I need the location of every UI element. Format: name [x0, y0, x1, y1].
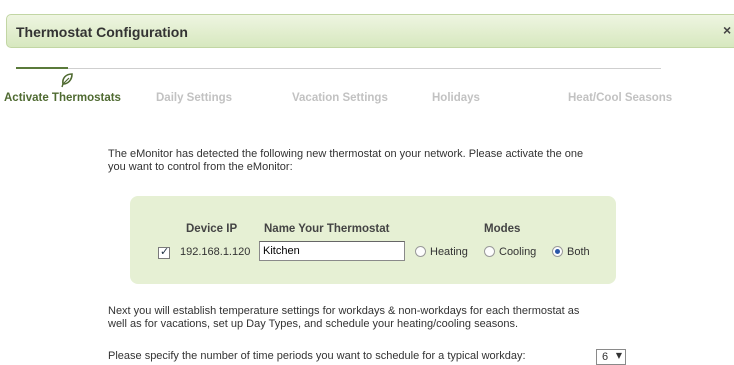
- next-line-2: well as for vacations, set up Day Types,…: [108, 318, 519, 330]
- next-steps-text: Next you will establish temperature sett…: [108, 305, 668, 331]
- intro-line-2: you want to control from the eMonitor:: [108, 161, 293, 173]
- intro-text: The eMonitor has detected the following …: [108, 148, 668, 174]
- leaf-icon: [61, 73, 73, 88]
- wizard-step-vacation-settings[interactable]: Vacation Settings: [292, 92, 388, 104]
- periods-prompt: Please specify the number of time period…: [108, 350, 526, 362]
- wizard-progress-active: [16, 67, 68, 69]
- next-line-1: Next you will establish temperature sett…: [108, 305, 580, 317]
- periods-select[interactable]: 6 ▼: [596, 349, 626, 365]
- header-modes: Modes: [484, 223, 521, 235]
- dialog-titlebar: Thermostat Configuration ×: [6, 14, 734, 48]
- mode-both-label[interactable]: Both: [567, 246, 590, 258]
- intro-line-1: The eMonitor has detected the following …: [108, 148, 584, 160]
- mode-cooling-radio[interactable]: [484, 246, 495, 257]
- mode-heating-label[interactable]: Heating: [430, 246, 468, 258]
- dialog-title: Thermostat Configuration: [16, 24, 188, 40]
- header-thermostat-name: Name Your Thermostat: [264, 223, 390, 235]
- thermostat-name-input[interactable]: [259, 241, 405, 261]
- device-ip-value: 192.168.1.120: [180, 246, 251, 258]
- wizard-step-activate-thermostats[interactable]: Activate Thermostats: [4, 92, 121, 104]
- mode-both-radio[interactable]: [552, 246, 563, 257]
- wizard-step-holidays[interactable]: Holidays: [432, 92, 480, 104]
- chevron-down-icon: ▼: [615, 351, 622, 360]
- wizard-step-heat-cool-seasons[interactable]: Heat/Cool Seasons: [568, 92, 672, 104]
- close-icon[interactable]: ×: [723, 22, 731, 38]
- header-device-ip: Device IP: [186, 223, 238, 235]
- device-panel: [130, 196, 616, 284]
- mode-heating-radio[interactable]: [415, 246, 426, 257]
- wizard-step-daily-settings[interactable]: Daily Settings: [156, 92, 232, 104]
- wizard-progress-line: [16, 68, 661, 69]
- mode-cooling-label[interactable]: Cooling: [499, 246, 536, 258]
- periods-select-value: 6: [602, 351, 609, 363]
- device-select-checkbox[interactable]: [158, 245, 170, 259]
